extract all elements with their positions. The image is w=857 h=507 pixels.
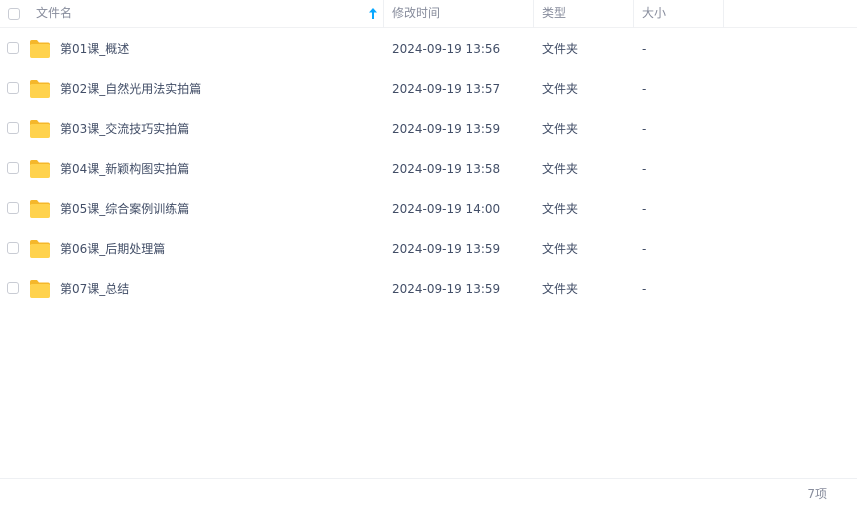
row-checkbox[interactable] xyxy=(7,42,19,54)
file-name[interactable]: 第02课_自然光用法实拍篇 xyxy=(60,69,201,109)
file-name[interactable]: 第01课_概述 xyxy=(60,29,129,69)
column-header-type-label: 类型 xyxy=(542,6,567,20)
row-checkbox[interactable] xyxy=(7,82,19,94)
file-modified-time: 2024-09-19 13:57 xyxy=(392,82,501,96)
sort-ascending-arrow-icon[interactable] xyxy=(369,8,377,19)
file-modified-time: 2024-09-19 13:59 xyxy=(392,282,501,296)
file-row[interactable]: 第02课_自然光用法实拍篇 2024-09-19 13:57 文件夹 - xyxy=(0,69,857,109)
folder-icon xyxy=(30,240,50,258)
file-size: - xyxy=(642,202,647,216)
select-all-checkbox[interactable] xyxy=(8,8,20,20)
file-modified-time: 2024-09-19 13:56 xyxy=(392,42,501,56)
folder-icon xyxy=(30,80,50,98)
file-name[interactable]: 第05课_综合案例训练篇 xyxy=(60,189,189,229)
file-row[interactable]: 第06课_后期处理篇 2024-09-19 13:59 文件夹 - xyxy=(0,229,857,269)
folder-icon xyxy=(30,280,50,298)
column-header-type[interactable]: 类型 xyxy=(534,0,634,28)
file-size: - xyxy=(642,82,647,96)
file-modified-time: 2024-09-19 14:00 xyxy=(392,202,501,216)
column-header-time-label: 修改时间 xyxy=(392,6,441,20)
row-checkbox[interactable] xyxy=(7,122,19,134)
row-checkbox[interactable] xyxy=(7,202,19,214)
file-row[interactable]: 第04课_新颖构图实拍篇 2024-09-19 13:58 文件夹 - xyxy=(0,149,857,189)
file-size: - xyxy=(642,162,647,176)
file-size: - xyxy=(642,242,647,256)
file-size: - xyxy=(642,282,647,296)
column-header-name[interactable]: 文件名 xyxy=(0,0,384,28)
file-size: - xyxy=(642,122,647,136)
file-name[interactable]: 第07课_总结 xyxy=(60,269,129,309)
row-checkbox[interactable] xyxy=(7,162,19,174)
file-list: 第01课_概述 2024-09-19 13:56 文件夹 - 第02课_自然光用… xyxy=(0,29,857,309)
column-header-time[interactable]: 修改时间 xyxy=(384,0,534,28)
file-list-header: 文件名 修改时间 类型 大小 xyxy=(0,0,857,28)
file-row[interactable]: 第05课_综合案例训练篇 2024-09-19 14:00 文件夹 - xyxy=(0,189,857,229)
file-row[interactable]: 第07课_总结 2024-09-19 13:59 文件夹 - xyxy=(0,269,857,309)
file-type: 文件夹 xyxy=(542,162,579,176)
file-list-page: 文件名 修改时间 类型 大小 第01课_概述 2024-09-19 13:56 … xyxy=(0,0,857,507)
column-header-size[interactable]: 大小 xyxy=(634,0,724,28)
file-type: 文件夹 xyxy=(542,202,579,216)
file-modified-time: 2024-09-19 13:59 xyxy=(392,242,501,256)
folder-icon xyxy=(30,160,50,178)
column-header-name-label: 文件名 xyxy=(36,6,73,20)
file-modified-time: 2024-09-19 13:59 xyxy=(392,122,501,136)
row-checkbox[interactable] xyxy=(7,282,19,294)
file-name[interactable]: 第03课_交流技巧实拍篇 xyxy=(60,109,189,149)
file-name[interactable]: 第04课_新颖构图实拍篇 xyxy=(60,149,189,189)
folder-icon xyxy=(30,120,50,138)
folder-icon xyxy=(30,200,50,218)
item-count: 7项 xyxy=(807,487,827,501)
column-header-size-label: 大小 xyxy=(642,6,667,20)
status-bar: 7项 xyxy=(0,478,857,507)
file-name[interactable]: 第06课_后期处理篇 xyxy=(60,229,165,269)
file-type: 文件夹 xyxy=(542,242,579,256)
file-type: 文件夹 xyxy=(542,122,579,136)
folder-icon xyxy=(30,40,50,58)
file-row[interactable]: 第01课_概述 2024-09-19 13:56 文件夹 - xyxy=(0,29,857,69)
row-checkbox[interactable] xyxy=(7,242,19,254)
file-row[interactable]: 第03课_交流技巧实拍篇 2024-09-19 13:59 文件夹 - xyxy=(0,109,857,149)
file-size: - xyxy=(642,42,647,56)
file-type: 文件夹 xyxy=(542,42,579,56)
file-modified-time: 2024-09-19 13:58 xyxy=(392,162,501,176)
file-type: 文件夹 xyxy=(542,82,579,96)
file-type: 文件夹 xyxy=(542,282,579,296)
